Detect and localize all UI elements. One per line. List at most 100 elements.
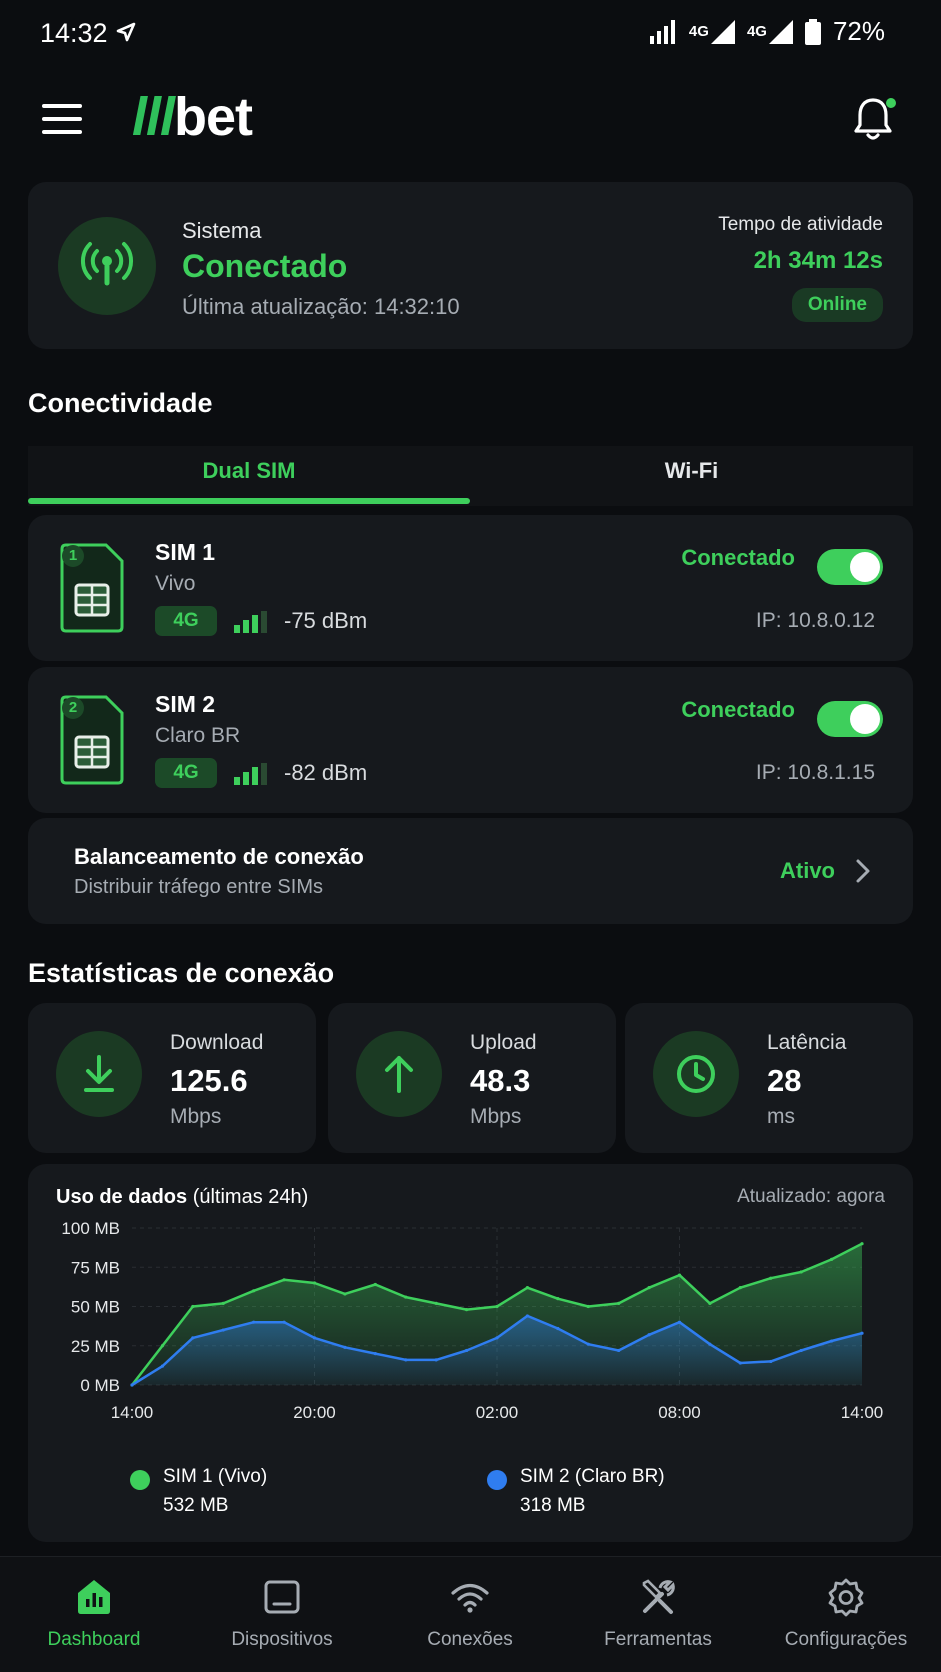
battery-icon	[804, 18, 821, 45]
system-status-card: Sistema Conectado Última atualização: 14…	[28, 182, 913, 349]
y-tick-label: 75 MB	[71, 1258, 120, 1277]
online-badge: Online	[791, 288, 883, 322]
battery-level: 72%	[832, 16, 885, 46]
stat-card-upload: Upload 48.3 Mbps	[328, 1003, 616, 1153]
nav-tools[interactable]: Ferramentas	[564, 1557, 752, 1672]
data-point	[677, 1320, 682, 1324]
data-point	[617, 1348, 621, 1353]
data-point	[404, 1358, 408, 1362]
data-point	[829, 1257, 834, 1261]
signal-icon	[649, 19, 675, 44]
data-point	[282, 1320, 286, 1324]
sim-ip: IP: 10.8.1.15	[755, 761, 875, 784]
balance-status: Ativo	[780, 858, 835, 883]
legend-label: SIM 2 (Claro BR)	[520, 1466, 665, 1487]
navigation-arrow-icon	[116, 22, 136, 42]
tab-wifi[interactable]: Wi-Fi	[470, 458, 913, 484]
signal-strength-icon	[234, 763, 267, 785]
x-tick-label: 02:00	[476, 1403, 519, 1422]
data-point	[160, 1344, 165, 1348]
dashboard-icon	[78, 1580, 110, 1614]
data-point	[312, 1336, 317, 1340]
legend-swatch	[487, 1470, 507, 1490]
nav-settings[interactable]: Configurações	[752, 1557, 940, 1672]
nav-dashboard[interactable]: Dashboard	[0, 1557, 188, 1672]
cell-signal-icon	[710, 19, 735, 44]
data-point	[586, 1304, 590, 1309]
data-point	[191, 1304, 195, 1309]
data-point	[829, 1339, 834, 1343]
network-type-2: 4G	[746, 23, 767, 40]
menu-button[interactable]	[42, 104, 82, 136]
data-point	[708, 1342, 712, 1346]
data-point	[495, 1336, 499, 1340]
data-point	[252, 1320, 256, 1324]
data-point	[556, 1326, 560, 1331]
data-point	[799, 1348, 803, 1353]
status-bar: 14:32 4G 4G 72%	[0, 0, 941, 70]
connectivity-title: Conectividade	[28, 388, 213, 418]
data-point	[373, 1352, 377, 1356]
data-point	[343, 1292, 347, 1296]
stat-unit: Mbps	[170, 1105, 222, 1128]
last-update: Última atualização: 14:32:10	[182, 294, 460, 319]
sim-name: SIM 2	[155, 691, 216, 717]
nav-label: Conexões	[427, 1629, 513, 1650]
data-usage-chart-card: Uso de dados (últimas 24h) Atualizado: a…	[28, 1164, 913, 1542]
system-status: Conectado	[182, 248, 348, 284]
data-point	[312, 1281, 317, 1285]
sim-name: SIM 1	[155, 539, 216, 565]
data-point	[464, 1348, 469, 1353]
nav-label: Dashboard	[47, 1629, 141, 1650]
data-point	[221, 1301, 225, 1305]
data-point	[738, 1361, 742, 1365]
download-icon	[56, 1031, 142, 1117]
nav-devices[interactable]: Dispositivos	[188, 1557, 376, 1672]
cell-signal-icon	[768, 19, 793, 44]
sim-2-toggle[interactable]	[817, 701, 883, 737]
uptime-value: 2h 34m 12s	[753, 247, 883, 274]
y-tick-label: 0 MB	[80, 1376, 120, 1395]
data-point	[586, 1342, 590, 1346]
data-point	[647, 1286, 651, 1290]
system-label: Sistema	[182, 218, 262, 243]
stat-value: 125.6	[170, 1063, 248, 1098]
load-balancing-row[interactable]: Balanceamento de conexão Distribuir tráf…	[28, 818, 913, 924]
data-point	[647, 1333, 651, 1337]
stat-value: 28	[767, 1063, 802, 1098]
signal-dbm: -82 dBm	[284, 760, 368, 785]
data-point	[860, 1242, 864, 1246]
sim-ip: IP: 10.8.0.12	[755, 609, 875, 632]
legend-total: 532 MB	[163, 1495, 229, 1516]
nav-connections[interactable]: Conexões	[376, 1557, 564, 1672]
data-point	[495, 1304, 499, 1309]
sim-card-1[interactable]: 1 SIM 1 Vivo 4G -75 dBm Conectado IP: 10…	[28, 515, 913, 661]
clock-icon	[653, 1031, 739, 1117]
data-point	[221, 1328, 225, 1332]
data-point	[708, 1301, 712, 1305]
sim-card-2[interactable]: 2 SIM 2 Claro BR 4G -82 dBm Conectado IP…	[28, 667, 913, 813]
antenna-icon	[58, 217, 156, 315]
network-type-badge: 4G	[155, 758, 217, 788]
data-point	[769, 1359, 773, 1364]
bottom-navigation: Dashboard Dispositivos Conexões Ferramen…	[0, 1556, 941, 1672]
x-tick-label: 14:00	[841, 1403, 884, 1422]
data-point	[525, 1286, 530, 1290]
stat-card-download: Download 125.6 Mbps	[28, 1003, 316, 1153]
data-point	[343, 1345, 347, 1349]
legend-label: SIM 1 (Vivo)	[163, 1466, 268, 1487]
stat-label: Latência	[767, 1031, 847, 1054]
active-tab-indicator	[28, 498, 470, 504]
data-point	[769, 1276, 773, 1280]
data-point	[160, 1364, 165, 1368]
legend-swatch	[130, 1470, 150, 1490]
devices-icon	[264, 1580, 300, 1614]
y-tick-label: 25 MB	[71, 1337, 120, 1356]
data-point	[434, 1301, 438, 1305]
stat-card-latency: Latência 28 ms	[625, 1003, 913, 1153]
sim-1-toggle[interactable]	[817, 549, 883, 585]
tab-dual-sim[interactable]: Dual SIM	[28, 458, 470, 484]
data-point	[191, 1336, 195, 1340]
chart-updated: Atualizado: agora	[737, 1186, 885, 1207]
uptime-label: Tempo de atividade	[718, 214, 883, 235]
